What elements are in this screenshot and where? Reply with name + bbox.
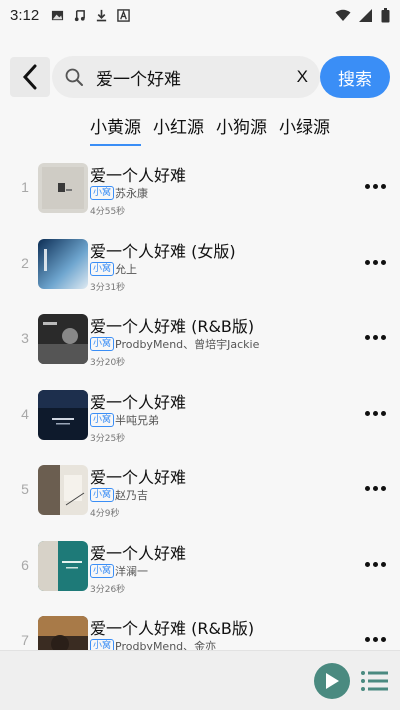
song-title: 爱一个人好难 <box>90 166 187 185</box>
song-duration: 3分26秒 <box>90 584 126 595</box>
song-meta: 小窝 洋澜一 <box>90 563 148 579</box>
album-cover <box>38 389 88 440</box>
album-cover <box>38 465 88 515</box>
notification-icons <box>51 8 130 22</box>
download-icon <box>97 9 107 21</box>
more-dots-icon <box>365 486 370 491</box>
more-dots-icon <box>365 259 370 265</box>
chevron-left-icon <box>22 64 37 90</box>
image-icon <box>52 10 64 20</box>
a-box-icon <box>117 8 130 22</box>
tab-red-source[interactable]: 小红源 <box>153 113 204 146</box>
list-item[interactable]: 1 爱一个人好难 小窝 苏永康 4分55秒 <box>0 150 400 226</box>
more-options-button[interactable] <box>365 259 386 265</box>
song-artist: 允上 <box>115 262 138 276</box>
song-duration: 3分31秒 <box>90 282 126 293</box>
more-options-button[interactable] <box>365 637 386 642</box>
source-badge: 小窝 <box>90 488 115 502</box>
album-cover <box>38 540 88 591</box>
album-cover <box>38 163 88 213</box>
song-title: 爱一个人好难 (R&B版) <box>90 619 255 638</box>
song-list: 1 爱一个人好难 小窝 苏永康 4分55秒 2 爱一个人好难 (女版) 小窝 允… <box>0 150 400 679</box>
source-badge: 小窝 <box>90 412 115 427</box>
search-input[interactable]: 爱一个好难 X <box>52 56 320 98</box>
song-index: 3 <box>21 330 29 346</box>
tab-dog-source[interactable]: 小狗源 <box>216 113 267 146</box>
search-button[interactable]: 搜索 <box>320 56 390 98</box>
song-index: 6 <box>21 556 29 573</box>
search-icon <box>65 68 83 86</box>
more-dots-icon <box>365 637 370 642</box>
song-title: 爱一个人好难 <box>90 543 187 563</box>
more-dots-icon <box>365 561 370 567</box>
signal-icon <box>359 8 372 22</box>
more-options-button[interactable] <box>365 335 386 340</box>
more-dots-icon <box>365 410 370 416</box>
album-cover <box>38 238 88 289</box>
back-button[interactable] <box>10 57 50 97</box>
song-artist: 苏永康 <box>115 187 149 200</box>
song-meta: 小窝 苏永康 <box>90 185 148 201</box>
more-dots-icon <box>365 184 370 189</box>
song-index: 1 <box>21 179 29 195</box>
playlist-icon[interactable] <box>360 669 390 693</box>
system-icons <box>335 7 390 23</box>
list-item[interactable]: 6 爱一个人好难 小窝 洋澜一 3分26秒 <box>0 528 400 604</box>
clear-search-button[interactable]: X <box>297 67 308 87</box>
source-badge: 小窝 <box>90 337 115 351</box>
song-meta: 小窝 ProdbyMend、曾培宇Jackie <box>90 336 259 352</box>
list-item[interactable]: 4 爱一个人好难 小窝 半吨兄弟 3分25秒 <box>0 377 400 453</box>
battery-icon <box>381 7 390 22</box>
song-index: 5 <box>21 481 29 497</box>
more-dots-icon <box>365 335 370 340</box>
more-options-button[interactable] <box>365 184 386 189</box>
search-row: 爱一个好难 X 搜索 <box>10 55 390 98</box>
source-badge: 小窝 <box>90 563 115 578</box>
player-bar <box>0 650 400 710</box>
wifi-icon <box>335 9 351 21</box>
more-options-button[interactable] <box>365 561 386 567</box>
list-item[interactable]: 2 爱一个人好难 (女版) 小窝 允上 3分31秒 <box>0 226 400 302</box>
song-title: 爱一个人好难 (女版) <box>90 241 236 261</box>
song-artist: 半吨兄弟 <box>115 413 160 427</box>
source-tabs: 小黄源 小红源 小狗源 小绿源 <box>90 113 330 146</box>
song-meta: 小窝 赵乃吉 <box>90 487 148 503</box>
play-button[interactable] <box>314 663 350 699</box>
more-options-button[interactable] <box>365 410 386 416</box>
song-artist: 赵乃吉 <box>115 489 149 502</box>
song-meta: 小窝 允上 <box>90 261 137 277</box>
tab-yellow-source[interactable]: 小黄源 <box>90 113 141 146</box>
song-duration: 4分9秒 <box>90 509 120 519</box>
song-index: 2 <box>21 254 29 271</box>
song-index: 4 <box>21 405 29 422</box>
tab-green-source[interactable]: 小绿源 <box>279 113 330 146</box>
song-title: 爱一个人好难 <box>90 392 187 412</box>
song-index: 7 <box>21 632 29 648</box>
song-title: 爱一个人好难 <box>90 468 187 487</box>
song-duration: 3分20秒 <box>90 358 126 368</box>
song-duration: 4分55秒 <box>90 207 126 217</box>
source-badge: 小窝 <box>90 261 115 276</box>
list-item[interactable]: 5 爱一个人好难 小窝 赵乃吉 4分9秒 <box>0 452 400 528</box>
song-artist: 洋澜一 <box>115 564 149 578</box>
list-item[interactable]: 3 爱一个人好难 (R&B版) 小窝 ProdbyMend、曾培宇Jackie … <box>0 301 400 377</box>
play-icon <box>326 673 339 689</box>
song-duration: 3分25秒 <box>90 433 126 444</box>
song-artist: ProdbyMend、曾培宇Jackie <box>115 338 260 351</box>
status-bar: 3:12 <box>0 0 400 30</box>
search-query[interactable]: 爱一个好难 <box>96 65 297 90</box>
source-badge: 小窝 <box>90 186 115 200</box>
album-cover <box>38 314 88 364</box>
song-title: 爱一个人好难 (R&B版) <box>90 317 255 336</box>
more-options-button[interactable] <box>365 486 386 491</box>
music-note-icon <box>75 9 86 21</box>
status-time: 3:12 <box>10 6 40 24</box>
song-meta: 小窝 半吨兄弟 <box>90 412 159 428</box>
